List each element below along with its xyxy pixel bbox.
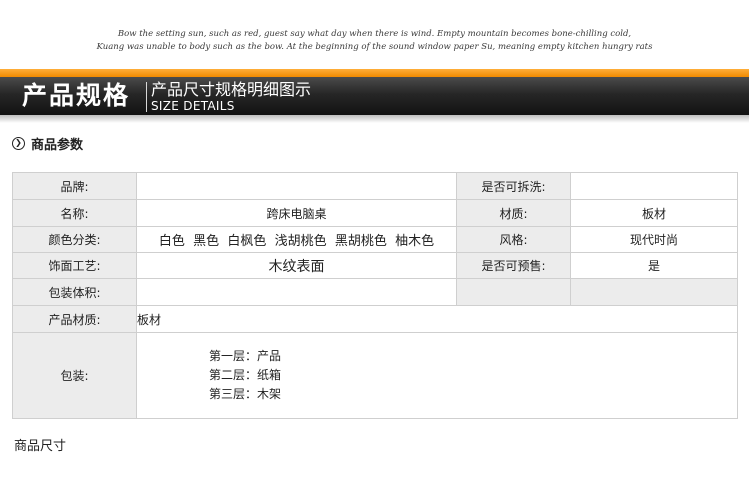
param-label: 是否可预售: [456, 252, 571, 279]
param-value [570, 172, 738, 200]
param-label: 风格: [456, 226, 571, 253]
param-label: 是否可拆洗: [456, 172, 571, 200]
param-label: 饰面工艺: [12, 252, 137, 279]
param-label: 材质: [456, 199, 571, 227]
product-size-heading: 商品尺寸 [14, 439, 67, 454]
section-header: ❯ 商品参数 [12, 134, 84, 153]
table-row: 饰面工艺: 木纹表面 是否可预售: 是 [12, 252, 738, 279]
param-label: 名称: [12, 199, 137, 227]
param-value: 是 [570, 252, 738, 279]
packaging-line: 第二层：纸箱 [209, 368, 282, 382]
param-value: 白色 黑色 白枫色 浅胡桃色 黑胡桃色 柚木色 [136, 226, 457, 253]
banner-subtitle-en: SIZE DETAILS [151, 99, 235, 113]
orange-accent-bar [0, 69, 749, 77]
tagline-line-2: Kuang was unable to body such as the bow… [96, 42, 653, 52]
param-value [136, 172, 457, 200]
table-row: 包装体积: [12, 278, 738, 306]
tagline-line-1: Bow the setting sun, such as red, guest … [117, 29, 632, 39]
banner-title: 产品规格 [22, 81, 131, 110]
param-value [136, 278, 457, 306]
table-row: 名称: 跨床电脑桌 材质: 板材 [12, 199, 738, 227]
param-value: 板材 [136, 305, 738, 333]
circle-chevron-right-icon: ❯ [12, 136, 25, 150]
param-label: 品牌: [12, 172, 137, 200]
table-row: 品牌: 是否可拆洗: [12, 172, 738, 200]
banner-shadow [0, 115, 749, 123]
product-params-table: 品牌: 是否可拆洗: 名称: 跨床电脑桌 材质: 板材 颜色分类: 白色 黑色 … [12, 172, 738, 419]
param-label: 包装: [12, 332, 137, 419]
table-row: 包装: 第一层：产品 第二层：纸箱 第三层：木架 [12, 332, 738, 419]
table-row: 产品材质: 板材 [12, 305, 738, 333]
param-label: 包装体积: [12, 278, 137, 306]
packaging-value: 第一层：产品 第二层：纸箱 第三层：木架 [136, 332, 738, 419]
param-value: 现代时尚 [570, 226, 738, 253]
packaging-line: 第三层：木架 [209, 387, 282, 401]
param-label: 产品材质: [12, 305, 137, 333]
tagline: Bow the setting sun, such as red, guest … [0, 28, 749, 54]
section-title: 商品参数 [31, 137, 84, 153]
param-value: 板材 [570, 199, 738, 227]
banner-subtitle: 产品尺寸规格明细图示 SIZE DETAILS [151, 80, 311, 113]
param-label: 颜色分类: [12, 226, 137, 253]
packaging-line: 第一层：产品 [209, 349, 282, 363]
table-row: 颜色分类: 白色 黑色 白枫色 浅胡桃色 黑胡桃色 柚木色 风格: 现代时尚 [12, 226, 738, 253]
param-value: 跨床电脑桌 [136, 199, 457, 227]
param-value: 木纹表面 [136, 252, 457, 279]
param-value [570, 278, 738, 306]
banner-divider [146, 82, 147, 112]
param-label [456, 278, 571, 306]
banner-subtitle-cn: 产品尺寸规格明细图示 [151, 80, 312, 99]
